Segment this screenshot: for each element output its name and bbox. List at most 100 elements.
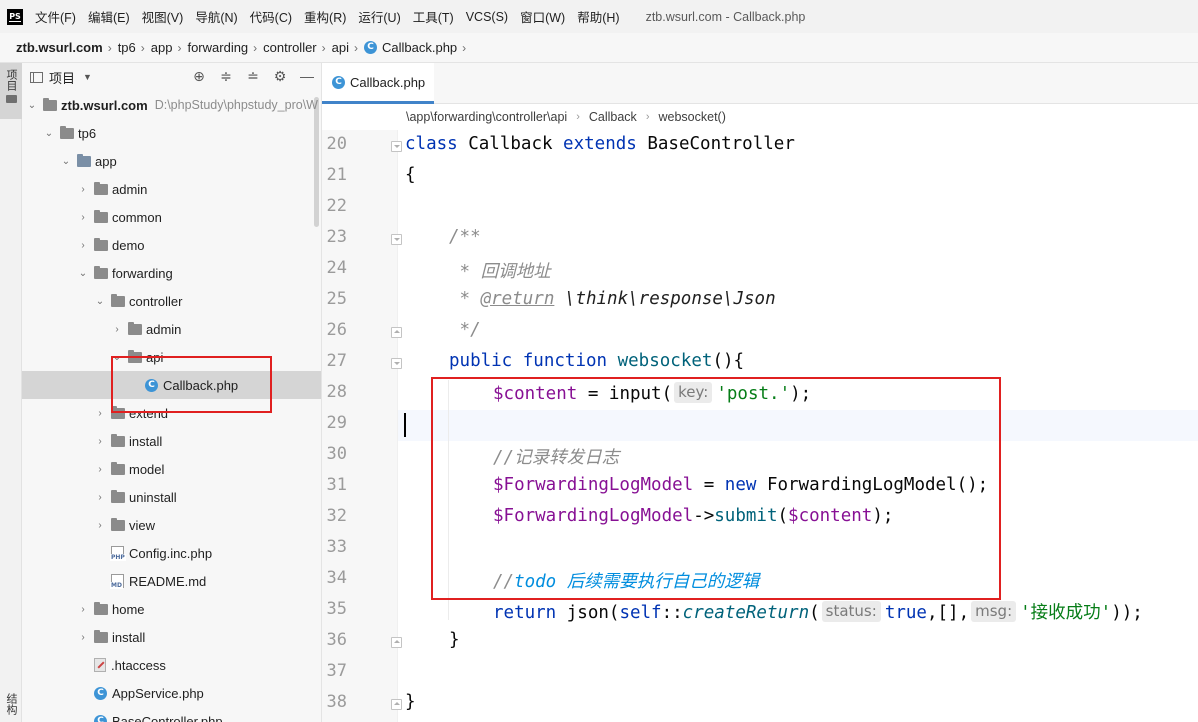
tree-node-admin[interactable]: › admin: [22, 175, 321, 203]
menu-help[interactable]: 帮助(H): [577, 7, 619, 26]
tree-node-uninstall[interactable]: › uninstall: [22, 483, 321, 511]
menu-refactor[interactable]: 重构(R): [304, 7, 346, 26]
fold-marker-icon[interactable]: [391, 141, 402, 152]
breadcrumb-item-forwarding[interactable]: forwarding: [187, 40, 248, 55]
chevron-right-icon[interactable]: ›: [77, 184, 89, 195]
tree-node-forwarding[interactable]: ⌄ forwarding: [22, 259, 321, 287]
tree-node-view[interactable]: › view: [22, 511, 321, 539]
tree-node-config-inc-php[interactable]: PHP Config.inc.php: [22, 539, 321, 567]
tree-node-install[interactable]: › install: [22, 427, 321, 455]
folder-icon: [94, 181, 108, 195]
code-line-36: }: [449, 630, 460, 650]
chevron-right-icon[interactable]: ›: [94, 408, 106, 419]
code-line-25: * @return \think\response\Json: [449, 289, 776, 309]
code-token: Callback: [457, 134, 564, 154]
tree-node-controller-admin[interactable]: › admin: [22, 315, 321, 343]
code-token: self: [619, 603, 662, 623]
tree-node-label: forwarding: [112, 265, 173, 281]
chevron-right-icon[interactable]: ›: [94, 520, 106, 531]
tree-node-project-root[interactable]: ⌄ ztb.wsurl.com D:\phpStudy\phpstudy_pro…: [22, 91, 321, 119]
tree-node-tp6[interactable]: ⌄ tp6: [22, 119, 321, 147]
chevron-right-icon[interactable]: ›: [94, 464, 106, 475]
menu-navigate[interactable]: 导航(N): [195, 7, 237, 26]
parameter-hint: status:: [821, 601, 881, 622]
chevron-right-icon[interactable]: ›: [77, 632, 89, 643]
fold-marker-icon[interactable]: [391, 358, 402, 369]
gear-icon[interactable]: ⚙: [272, 68, 288, 85]
breadcrumb-item-project[interactable]: ztb.wsurl.com: [16, 40, 103, 55]
breadcrumb-item-app[interactable]: app: [151, 40, 173, 55]
annotation-box-code: [431, 377, 1001, 600]
tree-node-basecontroller-php[interactable]: C BaseController.php: [22, 707, 321, 722]
tree-node-label: home: [112, 601, 145, 617]
chevron-right-icon[interactable]: ›: [77, 604, 89, 615]
project-panel-toolbar: ⊕ ≑ ≐ ⚙ —: [191, 68, 315, 85]
fold-marker-icon[interactable]: [391, 637, 402, 648]
project-view-selector[interactable]: 项目: [49, 68, 75, 87]
folder-icon: [94, 209, 108, 223]
editor-tab-callback-php[interactable]: C Callback.php: [322, 63, 434, 104]
line-number: 29: [326, 413, 347, 433]
menu-tools[interactable]: 工具(T): [413, 7, 454, 26]
tree-node-app[interactable]: ⌄ app: [22, 147, 321, 175]
expand-all-icon[interactable]: ≑: [218, 68, 234, 85]
chevron-right-icon[interactable]: ›: [94, 492, 106, 503]
folder-icon: [43, 97, 57, 111]
tree-node-common[interactable]: › common: [22, 203, 321, 231]
chevron-right-icon[interactable]: ›: [111, 324, 123, 335]
chevron-down-icon[interactable]: ⌄: [77, 268, 89, 279]
tree-node-readme[interactable]: MD README.md: [22, 567, 321, 595]
code-token: public: [449, 351, 513, 371]
menu-window[interactable]: 窗口(W): [520, 7, 565, 26]
editor-breadcrumb-class[interactable]: Callback: [589, 110, 637, 124]
caret-down-icon[interactable]: ▼: [83, 72, 92, 82]
chevron-right-icon[interactable]: ›: [77, 212, 89, 223]
chevron-down-icon[interactable]: ⌄: [60, 156, 72, 167]
code-token: extends: [563, 134, 637, 154]
menu-view[interactable]: 视图(V): [142, 7, 184, 26]
fold-marker-icon[interactable]: [391, 699, 402, 710]
minimize-icon[interactable]: —: [299, 68, 315, 85]
tree-node-label: admin: [146, 321, 182, 337]
tree-node-app-install[interactable]: › install: [22, 623, 321, 651]
tree-node-appservice-php[interactable]: C AppService.php: [22, 679, 321, 707]
menu-run[interactable]: 运行(U): [358, 7, 400, 26]
chevron-down-icon[interactable]: ⌄: [94, 296, 106, 307]
chevron-right-icon: ›: [462, 40, 467, 55]
tree-node-htaccess[interactable]: .htaccess: [22, 651, 321, 679]
editor-breadcrumb-method[interactable]: websocket(): [658, 110, 725, 124]
fold-marker-icon[interactable]: [391, 234, 402, 245]
tree-node-demo[interactable]: › demo: [22, 231, 321, 259]
tree-node-controller[interactable]: ⌄ controller: [22, 287, 321, 315]
line-number: 31: [326, 475, 347, 495]
code-token: websocket: [617, 351, 713, 371]
menu-edit[interactable]: 编辑(E): [88, 7, 130, 26]
chevron-right-icon[interactable]: ›: [77, 240, 89, 251]
chevron-right-icon: ›: [576, 111, 580, 123]
editor-breadcrumb-namespace[interactable]: \app\forwarding\controller\api: [406, 110, 567, 124]
breadcrumb-item-tp6[interactable]: tp6: [118, 40, 136, 55]
chevron-right-icon[interactable]: ›: [94, 436, 106, 447]
collapse-all-icon[interactable]: ≐: [245, 68, 261, 85]
breadcrumb-item-file[interactable]: Callback.php: [382, 40, 457, 55]
project-tool-tab[interactable]: 项目: [0, 63, 22, 119]
structure-tool-tab[interactable]: 结构: [0, 693, 22, 722]
breadcrumb: ztb.wsurl.com › tp6 › app › forwarding › con…: [0, 33, 1198, 63]
tree-node-model[interactable]: › model: [22, 455, 321, 483]
fold-marker-icon[interactable]: [391, 327, 402, 338]
line-number: 22: [326, 196, 347, 216]
php-class-icon: C: [332, 75, 345, 89]
menu-vcs[interactable]: VCS(S): [466, 10, 508, 24]
tree-node-home[interactable]: › home: [22, 595, 321, 623]
editor-tab-bar: C Callback.php: [322, 63, 1198, 104]
chevron-down-icon[interactable]: ⌄: [26, 100, 38, 111]
breadcrumb-item-api[interactable]: api: [332, 40, 349, 55]
chevron-down-icon[interactable]: ⌄: [43, 128, 55, 139]
tree-node-label: AppService.php: [112, 685, 204, 701]
menu-file[interactable]: 文件(F): [35, 7, 76, 26]
menu-code[interactable]: 代码(C): [250, 7, 292, 26]
locate-icon[interactable]: ⊕: [191, 68, 207, 85]
php-file-icon: C: [364, 41, 377, 54]
folder-icon: [77, 153, 91, 167]
breadcrumb-item-controller[interactable]: controller: [263, 40, 316, 55]
